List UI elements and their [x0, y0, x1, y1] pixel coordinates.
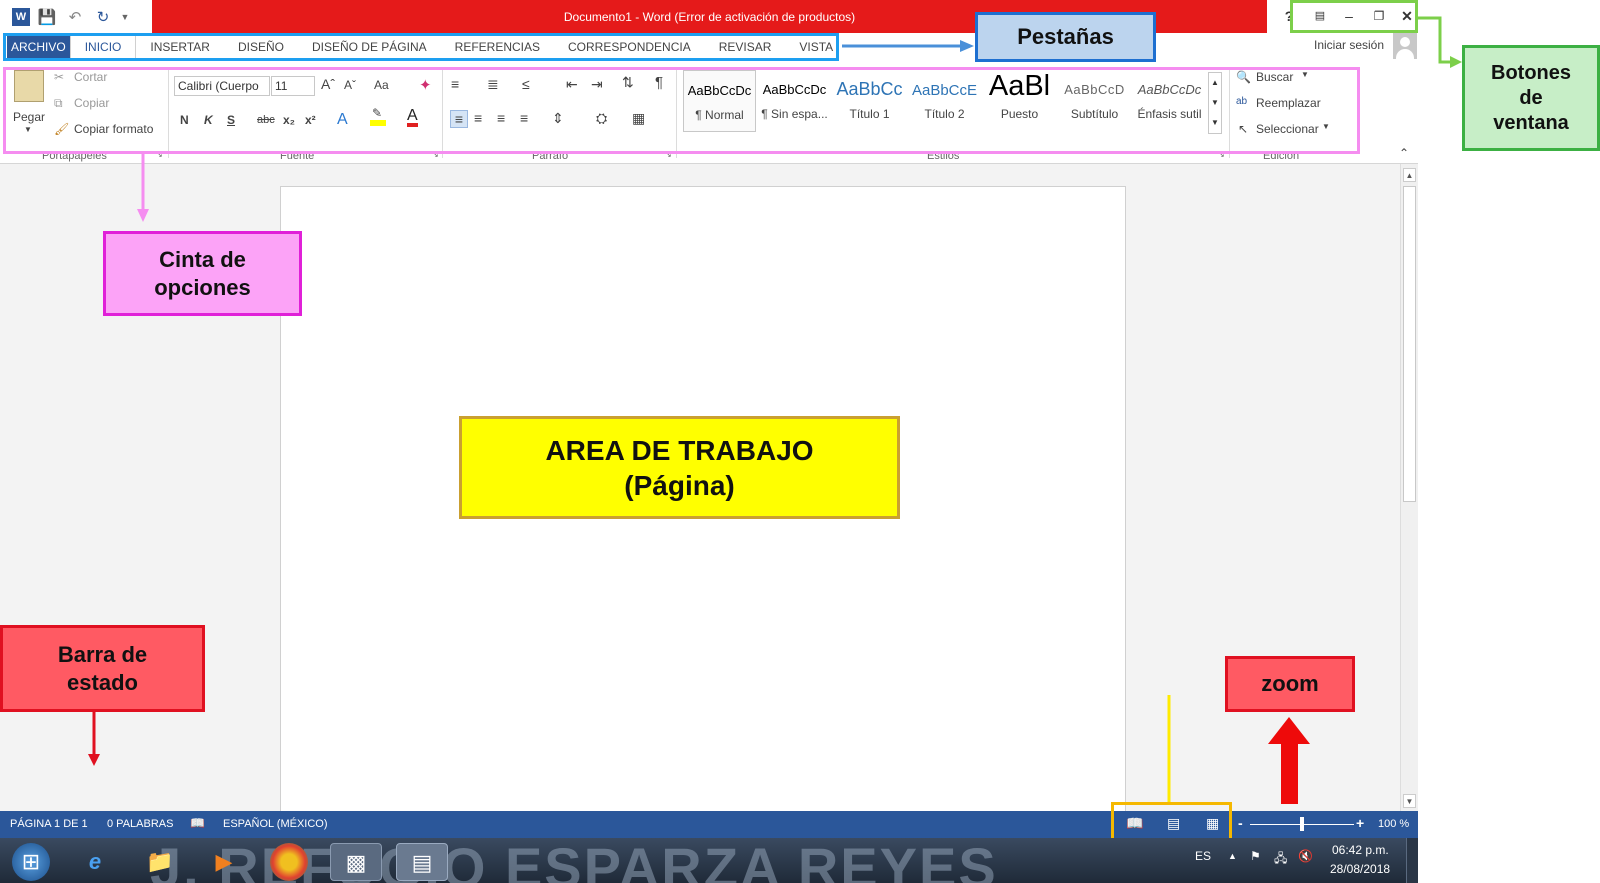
- annotation-area-de-trabajo: AREA DE TRABAJO (Página): [459, 416, 900, 519]
- annotation-text: zoom: [1261, 671, 1319, 697]
- botones-arrow-line: [1418, 16, 1450, 64]
- zoom-arrowhead: [1268, 717, 1310, 744]
- annotation-text: de: [1519, 86, 1543, 109]
- annotation-text: Botones: [1491, 61, 1571, 84]
- annotation-botones-de-ventana: Botones de ventana: [1462, 45, 1600, 151]
- barra-arrowhead: [88, 754, 100, 766]
- annotation-text: ventana: [1493, 111, 1569, 134]
- annotation-text: (Página): [624, 469, 735, 501]
- pestanas-arrowhead: [960, 40, 974, 52]
- annotation-text: estado: [67, 669, 138, 695]
- zoom-arrow-shaft: [1281, 742, 1298, 804]
- annotation-zoom: zoom: [1225, 656, 1355, 712]
- annotation-text: Barra de: [57, 642, 148, 667]
- annotation-barra-de-estado: Barra de estado: [0, 625, 205, 712]
- annotation-cinta-de-opciones: Cinta de opciones: [103, 231, 302, 316]
- annotation-text: opciones: [154, 274, 251, 300]
- annotation-text: Cinta de: [159, 247, 246, 272]
- screenshot-root: W 💾 ↶ ↻ ▼ Documento1 - Word (Error de ac…: [0, 0, 1600, 883]
- annotation-pestanas: Pestañas: [975, 12, 1156, 62]
- annotation-text: AREA DE TRABAJO: [545, 434, 814, 466]
- cinta-arrowhead: [137, 209, 149, 222]
- botones-arrowhead: [1450, 56, 1462, 68]
- annotation-text: Pestañas: [1017, 24, 1114, 50]
